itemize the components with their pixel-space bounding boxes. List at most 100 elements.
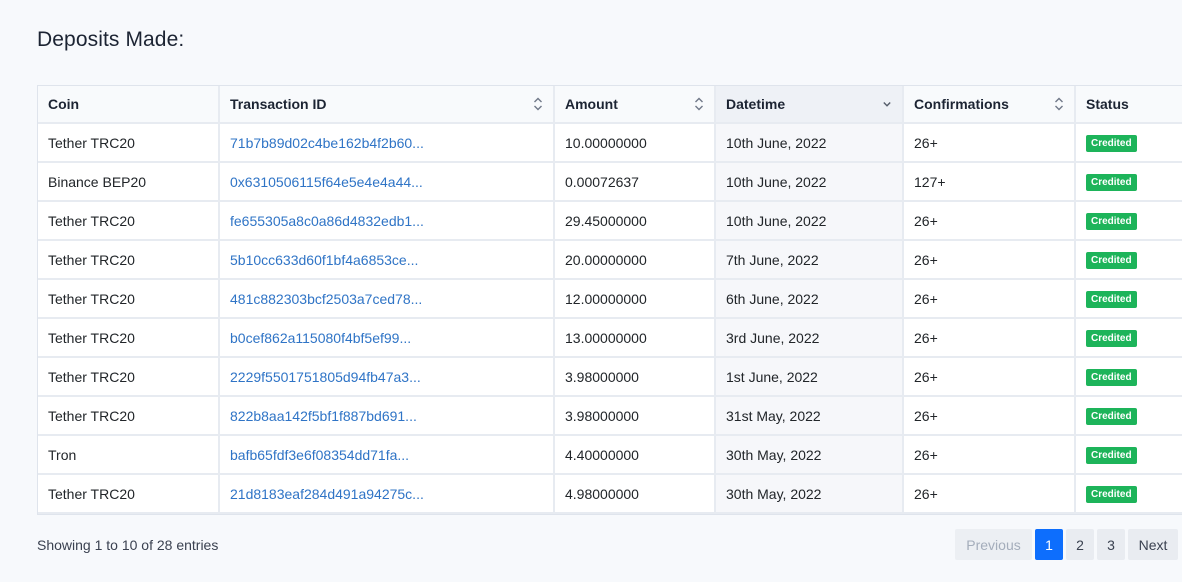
table-row: Tether TRC20 fe655305a8c0a86d4832edb1... 2… [38, 201, 1182, 241]
column-header-confirmations[interactable]: Confirmations [903, 86, 1076, 124]
column-header-datetime[interactable]: Datetime [715, 86, 904, 124]
transaction-link[interactable]: b0cef862a115080f4bf5ef99... [230, 330, 411, 346]
table-header-row: Coin Transaction ID Amount Datetime Conf… [38, 86, 1182, 124]
status-badge: Credited [1086, 135, 1137, 152]
cell-status: Credited [1075, 435, 1182, 475]
status-badge: Credited [1086, 291, 1137, 308]
cell-amount-text: 4.40000000 [565, 446, 639, 463]
cell-coin: Tether TRC20 [38, 240, 220, 280]
deposits-table-container: Coin Transaction ID Amount Datetime Conf… [37, 85, 1182, 515]
cell-amount-text: 3.98000000 [565, 407, 639, 424]
column-header-amount[interactable]: Amount [554, 86, 716, 124]
cell-coin: Tether TRC20 [38, 279, 220, 319]
transaction-link[interactable]: 481c882303bcf2503a7ced78... [230, 291, 422, 307]
cell-confirmations-text: 26+ [914, 485, 938, 502]
cell-confirmations: 26+ [903, 318, 1076, 358]
cell-amount-text: 0.00072637 [565, 173, 639, 190]
pagination-page-3[interactable]: 3 [1097, 529, 1125, 560]
transaction-link[interactable]: fe655305a8c0a86d4832edb1... [230, 213, 424, 229]
cell-coin: Tether TRC20 [38, 318, 220, 358]
transaction-link[interactable]: 71b7b89d02c4be162b4f2b60... [230, 135, 424, 151]
cell-transaction-id: 21d8183eaf284d491a94275c... [219, 474, 555, 514]
table-row: Tether TRC20 71b7b89d02c4be162b4f2b60... 1… [38, 123, 1182, 163]
cell-datetime-text: 3rd June, 2022 [726, 329, 820, 346]
cell-confirmations: 26+ [903, 123, 1076, 163]
cell-status: Credited [1075, 162, 1182, 202]
cell-confirmations-text: 26+ [914, 407, 938, 424]
cell-confirmations: 26+ [903, 357, 1076, 397]
cell-confirmations-text: 26+ [914, 290, 938, 307]
cell-datetime: 10th June, 2022 [715, 123, 904, 163]
status-badge: Credited [1086, 447, 1137, 464]
deposits-table: Coin Transaction ID Amount Datetime Conf… [38, 86, 1182, 514]
sort-both-icon[interactable] [1054, 97, 1064, 111]
cell-coin: Tether TRC20 [38, 396, 220, 436]
cell-datetime: 30th May, 2022 [715, 435, 904, 475]
table-row: Tether TRC20 5b10cc633d60f1bf4a6853ce... 2… [38, 240, 1182, 280]
cell-transaction-id: 71b7b89d02c4be162b4f2b60... [219, 123, 555, 163]
transaction-link[interactable]: 822b8aa142f5bf1f887bd691... [230, 408, 417, 424]
cell-confirmations-text: 26+ [914, 212, 938, 229]
cell-amount-text: 20.00000000 [565, 251, 647, 268]
pagination-page-2[interactable]: 2 [1066, 529, 1094, 560]
cell-status: Credited [1075, 279, 1182, 319]
cell-datetime: 30th May, 2022 [715, 474, 904, 514]
cell-datetime-text: 1st June, 2022 [726, 368, 818, 385]
pagination-previous-button[interactable]: Previous [955, 529, 1032, 560]
cell-status: Credited [1075, 318, 1182, 358]
cell-amount-text: 12.00000000 [565, 290, 647, 307]
pagination-page-1[interactable]: 1 [1035, 529, 1063, 560]
transaction-link[interactable]: 2229f5501751805d94fb47a3... [230, 369, 421, 385]
table-row: Tether TRC20 822b8aa142f5bf1f887bd691... 3… [38, 396, 1182, 436]
cell-datetime: 6th June, 2022 [715, 279, 904, 319]
cell-confirmations: 26+ [903, 279, 1076, 319]
cell-amount: 13.00000000 [554, 318, 716, 358]
table-row: Tether TRC20 21d8183eaf284d491a94275c... 4… [38, 474, 1182, 514]
cell-coin: Tether TRC20 [38, 357, 220, 397]
cell-datetime-text: 10th June, 2022 [726, 212, 827, 229]
cell-amount: 12.00000000 [554, 279, 716, 319]
cell-datetime-text: 6th June, 2022 [726, 290, 819, 307]
cell-amount-text: 3.98000000 [565, 368, 639, 385]
cell-transaction-id: b0cef862a115080f4bf5ef99... [219, 318, 555, 358]
cell-amount: 29.45000000 [554, 201, 716, 241]
sort-both-icon[interactable] [533, 97, 543, 111]
entries-info: Showing 1 to 10 of 28 entries [37, 537, 219, 553]
column-header-status: Status [1075, 86, 1182, 124]
cell-amount: 4.98000000 [554, 474, 716, 514]
page-title: Deposits Made: [37, 28, 185, 51]
cell-confirmations-text: 26+ [914, 446, 938, 463]
cell-datetime-text: 7th June, 2022 [726, 251, 819, 268]
transaction-link[interactable]: bafb65fdf3e6f08354dd71fa... [230, 447, 409, 463]
cell-confirmations-text: 26+ [914, 368, 938, 385]
cell-datetime-text: 30th May, 2022 [726, 485, 822, 502]
table-row: Tether TRC20 2229f5501751805d94fb47a3... 3… [38, 357, 1182, 397]
cell-transaction-id: 822b8aa142f5bf1f887bd691... [219, 396, 555, 436]
column-label: Transaction ID [230, 96, 327, 112]
transaction-link[interactable]: 5b10cc633d60f1bf4a6853ce... [230, 252, 418, 268]
transaction-link[interactable]: 21d8183eaf284d491a94275c... [230, 486, 424, 502]
cell-confirmations-text: 26+ [914, 251, 938, 268]
cell-coin-text: Binance BEP20 [48, 173, 147, 190]
sort-desc-icon[interactable] [882, 97, 892, 111]
status-badge: Credited [1086, 369, 1137, 386]
sort-both-icon[interactable] [694, 97, 704, 111]
cell-amount-text: 10.00000000 [565, 134, 647, 151]
column-header-transaction-id[interactable]: Transaction ID [219, 86, 555, 124]
cell-coin: Tether TRC20 [38, 123, 220, 163]
cell-confirmations-text: 26+ [914, 329, 938, 346]
cell-datetime: 31st May, 2022 [715, 396, 904, 436]
cell-amount: 4.40000000 [554, 435, 716, 475]
cell-coin-text: Tether TRC20 [48, 368, 135, 385]
cell-transaction-id: 0x6310506115f64e5e4e4a44... [219, 162, 555, 202]
column-label: Amount [565, 96, 618, 112]
cell-confirmations-text: 26+ [914, 134, 938, 151]
cell-datetime: 7th June, 2022 [715, 240, 904, 280]
status-badge: Credited [1086, 252, 1137, 269]
cell-amount: 10.00000000 [554, 123, 716, 163]
pagination-next-button[interactable]: Next [1128, 529, 1178, 560]
cell-coin-text: Tether TRC20 [48, 212, 135, 229]
transaction-link[interactable]: 0x6310506115f64e5e4e4a44... [230, 174, 423, 190]
column-header-coin: Coin [38, 86, 220, 124]
cell-transaction-id: bafb65fdf3e6f08354dd71fa... [219, 435, 555, 475]
